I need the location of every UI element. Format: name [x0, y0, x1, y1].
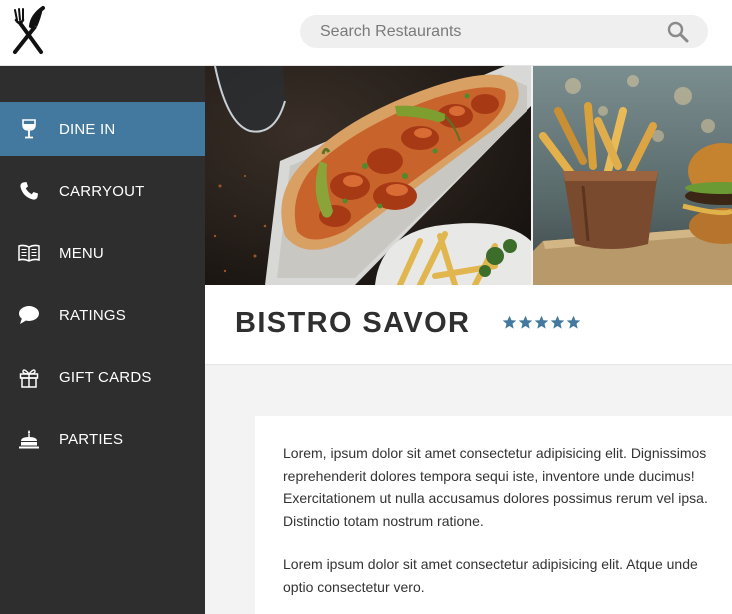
sidebar-item-label: MENU [59, 244, 104, 262]
sidebar-item-label: RATINGS [59, 306, 126, 324]
star-rating [502, 315, 581, 330]
wine-glass-icon [18, 118, 40, 140]
sidebar-item-ratings[interactable]: RATINGS [0, 288, 205, 342]
speech-bubble-icon [18, 304, 40, 326]
food-photo-flatbread [205, 66, 531, 285]
book-icon [18, 242, 40, 264]
search-icon[interactable] [666, 20, 690, 44]
search-bar [300, 15, 708, 48]
search-input[interactable] [300, 15, 660, 48]
star-icon [534, 315, 549, 329]
header [0, 0, 732, 66]
cake-icon [18, 428, 40, 450]
main-content: Lorem, ipsum dolor sit amet consectetur … [205, 366, 732, 614]
sidebar: DINE IN CARRYOUT MENU RATINGS GIFT CARDS… [0, 66, 205, 614]
sidebar-item-label: PARTIES [59, 430, 124, 448]
description-paragraph: Lorem ipsum dolor sit amet consectetur a… [283, 556, 698, 595]
restaurant-name: BISTRO SAVOR [235, 307, 471, 339]
description-paragraph: Lorem, ipsum dolor sit amet consectetur … [283, 445, 708, 529]
food-photo-fries [533, 66, 732, 285]
star-icon [566, 315, 581, 329]
sidebar-item-parties[interactable]: PARTIES [0, 412, 205, 466]
sidebar-item-carryout[interactable]: CARRYOUT [0, 164, 205, 218]
description-card: Lorem, ipsum dolor sit amet consectetur … [255, 416, 732, 614]
star-icon [502, 315, 517, 329]
fork-knife-icon[interactable] [10, 6, 46, 56]
phone-icon [18, 180, 40, 202]
sidebar-item-menu[interactable]: MENU [0, 226, 205, 280]
star-icon [518, 315, 533, 329]
restaurant-header: BISTRO SAVOR [205, 285, 732, 365]
sidebar-item-label: CARRYOUT [59, 182, 145, 200]
sidebar-item-label: GIFT CARDS [59, 368, 152, 386]
sidebar-item-gift-cards[interactable]: GIFT CARDS [0, 350, 205, 404]
sidebar-item-dine-in[interactable]: DINE IN [0, 102, 205, 156]
star-icon [550, 315, 565, 329]
sidebar-item-label: DINE IN [59, 120, 116, 138]
gift-icon [18, 366, 40, 388]
